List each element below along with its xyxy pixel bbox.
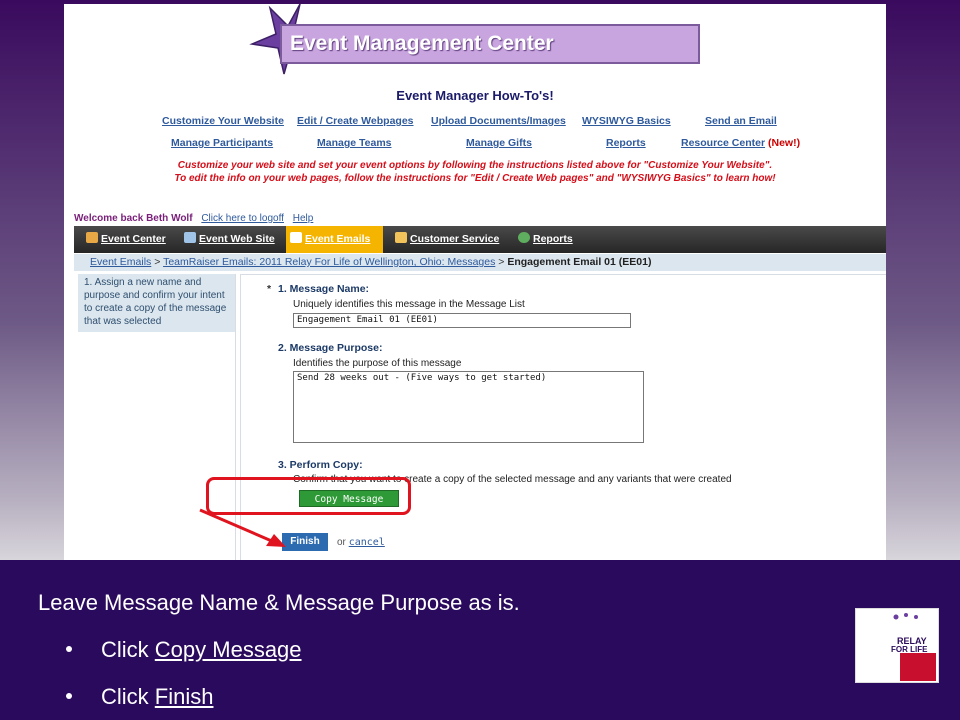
people-icon (395, 232, 407, 243)
bullet-dot (66, 646, 72, 652)
logoff-link[interactable]: Click here to logoff (201, 213, 284, 224)
pointer-arrow-icon (199, 508, 286, 547)
link-edit-webpages[interactable]: Edit / Create Webpages (297, 115, 414, 127)
tab-customer-service[interactable]: Customer Service (391, 226, 507, 253)
bullet-dot (66, 693, 72, 699)
bullet-copy-message: Click Copy Message (66, 637, 302, 663)
breadcrumb-current: Engagement Email 01 (EE01) (507, 256, 652, 268)
step1-desc: Uniquely identifies this message in the … (293, 299, 525, 310)
link-reports[interactable]: Reports (606, 137, 646, 149)
howto-title: Event Manager How-To's! (396, 88, 554, 103)
step1-title: 1. Message Name: (278, 283, 370, 295)
new-badge: (New!) (768, 137, 801, 149)
breadcrumb: Event Emails > TeamRaiser Emails: 2011 R… (74, 254, 886, 271)
link-upload-documents[interactable]: Upload Documents/Images (431, 115, 566, 127)
relay-logo-icon: RELAY FOR LIFE (855, 613, 936, 681)
link-wysiwyg-basics[interactable]: WYSIWYG Basics (582, 115, 671, 127)
screenshot-window: Event Management Center Event Manager Ho… (64, 4, 886, 560)
tab-event-emails[interactable]: Event Emails (286, 226, 383, 253)
webpage-icon (184, 232, 196, 243)
link-manage-participants[interactable]: Manage Participants (171, 137, 273, 149)
message-name-input[interactable]: Engagement Email 01 (EE01) (293, 313, 631, 328)
breadcrumb-teamraiser-emails[interactable]: TeamRaiser Emails: 2011 Relay For Life o… (163, 256, 495, 268)
cancel-link[interactable]: cancel (349, 537, 385, 548)
main-nav: Event Center Event Web Site Event Emails… (74, 226, 886, 253)
tab-reports[interactable]: Reports (514, 226, 584, 253)
link-resource-center[interactable]: Resource Center (681, 137, 765, 149)
relay-for-life-logo: RELAY FOR LIFE (855, 608, 939, 683)
step2-desc: Identifies the purpose of this message (293, 358, 462, 369)
link-send-email[interactable]: Send an Email (705, 115, 777, 127)
house-icon (86, 232, 98, 243)
finish-button[interactable]: Finish (282, 533, 328, 551)
step2-title: 2. Message Purpose: (278, 342, 383, 354)
bullet-finish: Click Finish (66, 684, 213, 710)
welcome-bar: Welcome back Beth Wolf Click here to log… (74, 213, 313, 224)
link-manage-gifts[interactable]: Manage Gifts (466, 137, 532, 149)
step3-title: 3. Perform Copy: (278, 459, 363, 471)
link-customize-website[interactable]: Customize Your Website (162, 115, 284, 127)
svg-text:FOR LIFE: FOR LIFE (891, 645, 928, 654)
panel-main-text: Leave Message Name & Message Purpose as … (38, 590, 520, 615)
message-purpose-textarea[interactable]: Send 28 weeks out - (Five ways to get st… (293, 371, 644, 443)
banner-title: Event Management Center (280, 24, 700, 64)
required-mark: * (267, 283, 272, 295)
envelope-icon (290, 232, 302, 243)
globe-icon (518, 232, 530, 243)
breadcrumb-event-emails[interactable]: Event Emails (90, 256, 151, 268)
tab-event-center[interactable]: Event Center (82, 226, 174, 253)
tab-event-web-site[interactable]: Event Web Site (180, 226, 284, 253)
help-link[interactable]: Help (293, 213, 314, 224)
instruction-line-1: Customize your web site and set your eve… (177, 160, 773, 171)
instruction-line-2: To edit the info on your web pages, foll… (174, 173, 776, 184)
link-manage-teams[interactable]: Manage Teams (317, 137, 392, 149)
welcome-text: Welcome back Beth Wolf (74, 213, 193, 224)
sidebar-step-1: 1. Assign a new name and purpose and con… (78, 274, 235, 332)
or-cancel: or cancel (337, 537, 385, 548)
bullet-copy-message-link: Copy Message (154, 637, 302, 662)
copy-form: * 1. Message Name: Uniquely identifies t… (240, 274, 886, 560)
bullet-finish-link: Finish (154, 684, 214, 709)
instruction-panel: Leave Message Name & Message Purpose as … (0, 560, 960, 720)
